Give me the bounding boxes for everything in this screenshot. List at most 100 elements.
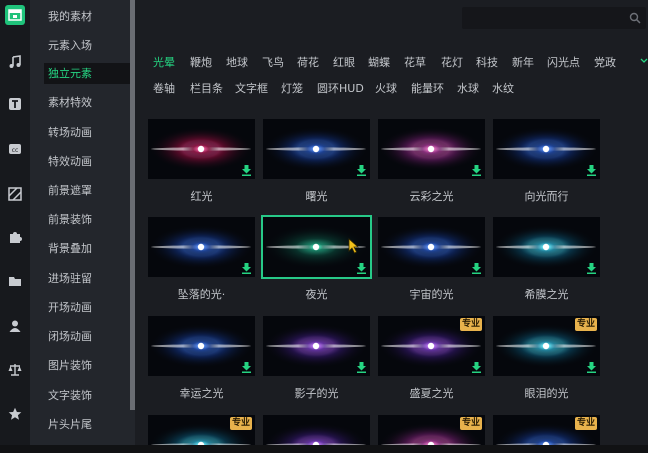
light-flare-thumbnail bbox=[264, 324, 368, 368]
category-item[interactable]: 我的素材 bbox=[44, 6, 140, 27]
balance-icon[interactable] bbox=[5, 360, 25, 380]
asset-thumbnail[interactable]: 专业 bbox=[378, 415, 485, 445]
category-item[interactable]: 文字装饰 bbox=[44, 385, 140, 406]
asset-thumbnail[interactable] bbox=[493, 217, 600, 277]
tab[interactable]: 水球 bbox=[457, 81, 479, 97]
tab[interactable]: 党政 bbox=[594, 55, 616, 71]
plugin-icon[interactable] bbox=[5, 227, 25, 247]
download-icon[interactable] bbox=[471, 262, 482, 274]
asset-label: 夜光 bbox=[305, 288, 328, 301]
category-panel: 我的素材 元素入场 独立元素 素材特效 转场动画 特效动画 前景遮罩 前景装饰 … bbox=[30, 0, 140, 445]
category-item[interactable]: 进场驻留 bbox=[44, 268, 140, 289]
asset-label: 坠落的光· bbox=[177, 288, 226, 301]
asset-label: 希膜之光 bbox=[524, 288, 569, 301]
pro-badge: 专业 bbox=[460, 417, 482, 430]
light-flare-thumbnail bbox=[494, 127, 598, 171]
tab[interactable]: 栏目条 bbox=[190, 81, 223, 97]
tab[interactable]: 花灯 bbox=[441, 55, 463, 71]
asset-thumbnail[interactable] bbox=[378, 217, 485, 277]
tab[interactable]: 灯笼 bbox=[281, 81, 303, 97]
light-flare-thumbnail bbox=[264, 423, 368, 445]
download-icon[interactable] bbox=[241, 262, 252, 274]
category-item[interactable]: 前景装饰 bbox=[44, 209, 140, 230]
light-flare-thumbnail bbox=[149, 127, 253, 171]
category-item[interactable]: 特效动画 bbox=[44, 151, 140, 172]
category-item[interactable]: 闭场动画 bbox=[44, 326, 140, 347]
tab[interactable]: 飞鸟 bbox=[262, 55, 284, 71]
download-icon[interactable] bbox=[471, 164, 482, 176]
tab[interactable]: 圆环HUD bbox=[317, 81, 364, 97]
tab[interactable]: 火球 bbox=[375, 81, 397, 97]
asset-label: 幸运之光 bbox=[179, 387, 224, 400]
asset-thumbnail[interactable] bbox=[378, 119, 485, 179]
asset-label: 红光 bbox=[190, 190, 213, 203]
star-icon[interactable] bbox=[5, 404, 25, 424]
text-icon[interactable] bbox=[5, 94, 25, 114]
category-item[interactable]: 图片装饰 bbox=[44, 355, 140, 376]
download-icon[interactable] bbox=[356, 164, 367, 176]
category-item[interactable]: 转场动画 bbox=[44, 122, 140, 143]
category-item[interactable]: 元素入场 bbox=[44, 35, 140, 56]
light-flare-thumbnail bbox=[149, 225, 253, 269]
asset-thumbnail[interactable]: 专业 bbox=[493, 316, 600, 376]
tab[interactable]: 科技 bbox=[476, 55, 498, 71]
tab[interactable]: 鞭炮 bbox=[190, 55, 212, 71]
download-icon[interactable] bbox=[586, 164, 597, 176]
category-item[interactable]: 素材特效 bbox=[44, 92, 140, 113]
category-item-active[interactable]: 独立元素 bbox=[44, 63, 140, 84]
light-flare-thumbnail bbox=[379, 225, 483, 269]
music-icon[interactable] bbox=[5, 52, 25, 72]
search-input[interactable] bbox=[462, 7, 646, 29]
download-icon[interactable] bbox=[241, 361, 252, 373]
tab-guangyun[interactable]: 光晕 bbox=[153, 55, 175, 71]
asset-thumbnail[interactable] bbox=[148, 316, 255, 376]
tab[interactable]: 卷轴 bbox=[153, 81, 175, 97]
asset-thumbnail[interactable] bbox=[148, 217, 255, 277]
pro-badge: 专业 bbox=[575, 318, 597, 331]
download-icon[interactable] bbox=[356, 361, 367, 373]
light-flare-thumbnail bbox=[379, 127, 483, 171]
tab[interactable]: 蝴蝶 bbox=[368, 55, 390, 71]
asset-label: 宇宙的光 bbox=[409, 288, 454, 301]
asset-thumbnail[interactable] bbox=[148, 119, 255, 179]
asset-label: 向光而行 bbox=[524, 190, 569, 203]
tab[interactable]: 花草 bbox=[404, 55, 426, 71]
category-item[interactable]: 前景遮罩 bbox=[44, 180, 140, 201]
asset-thumbnail[interactable] bbox=[263, 316, 370, 376]
download-icon[interactable] bbox=[586, 262, 597, 274]
category-item[interactable]: 片头片尾 bbox=[44, 414, 140, 435]
mouse-cursor-icon bbox=[348, 238, 360, 254]
tab[interactable]: 地球 bbox=[226, 55, 248, 71]
asset-thumbnail[interactable] bbox=[493, 119, 600, 179]
tab[interactable]: 红眼 bbox=[333, 55, 355, 71]
subtitle-icon[interactable]: cc bbox=[5, 139, 25, 159]
download-icon[interactable] bbox=[356, 262, 367, 274]
asset-thumbnail[interactable] bbox=[263, 415, 370, 445]
media-icon[interactable] bbox=[5, 5, 25, 25]
pro-badge: 专业 bbox=[230, 417, 252, 430]
asset-label: 云彩之光 bbox=[409, 190, 454, 203]
pro-badge: 专业 bbox=[575, 417, 597, 430]
chevron-down-icon[interactable] bbox=[640, 56, 648, 66]
tab[interactable]: 新年 bbox=[512, 55, 534, 71]
category-item[interactable]: 开场动画 bbox=[44, 297, 140, 318]
tab[interactable]: 荷花 bbox=[297, 55, 319, 71]
tab[interactable]: 文字框 bbox=[235, 81, 268, 97]
download-icon[interactable] bbox=[471, 361, 482, 373]
asset-thumbnail[interactable] bbox=[263, 119, 370, 179]
filter-icon[interactable] bbox=[5, 184, 25, 204]
asset-thumbnail[interactable]: 专业 bbox=[378, 316, 485, 376]
person-icon[interactable] bbox=[5, 316, 25, 336]
tab[interactable]: 能量环 bbox=[411, 81, 444, 97]
category-item[interactable]: 背景叠加 bbox=[44, 238, 140, 259]
download-icon[interactable] bbox=[241, 164, 252, 176]
icon-rail: cc bbox=[0, 0, 30, 453]
pro-badge: 专业 bbox=[460, 318, 482, 331]
folder-icon[interactable] bbox=[5, 271, 25, 291]
search-icon[interactable] bbox=[628, 11, 642, 25]
tab[interactable]: 闪光点 bbox=[547, 55, 580, 71]
download-icon[interactable] bbox=[586, 361, 597, 373]
asset-thumbnail[interactable]: 专业 bbox=[148, 415, 255, 445]
tab[interactable]: 水纹 bbox=[492, 81, 514, 97]
asset-thumbnail[interactable]: 专业 bbox=[493, 415, 600, 445]
